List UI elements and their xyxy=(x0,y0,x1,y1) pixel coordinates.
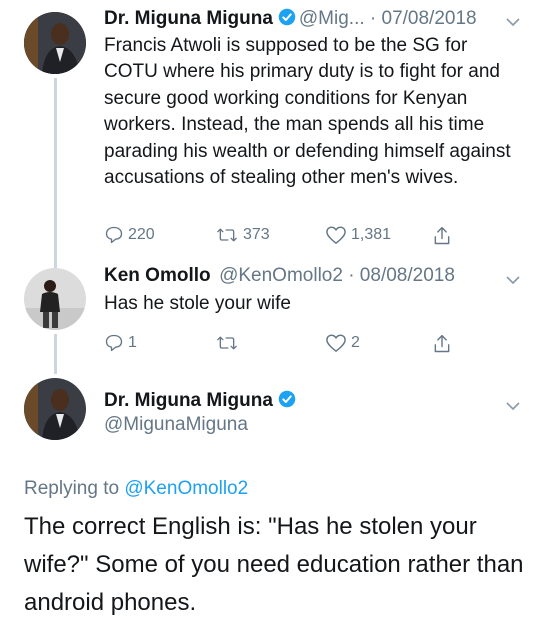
avatar-miguna-1[interactable] xyxy=(24,12,86,74)
share-icon xyxy=(434,334,450,353)
replying-prefix: Replying to xyxy=(24,478,120,499)
like-button[interactable]: 2 xyxy=(325,333,360,353)
chevron-down-icon[interactable] xyxy=(506,14,520,32)
main-tweet-handle[interactable]: @MigunaMiguna xyxy=(104,414,248,436)
like-count: 2 xyxy=(351,334,360,351)
chevron-down-icon[interactable] xyxy=(506,398,520,416)
reply-count: 1 xyxy=(128,334,137,351)
retweet-button[interactable] xyxy=(215,333,243,353)
reply-icon xyxy=(105,334,123,352)
author-name[interactable]: Dr. Miguna Miguna xyxy=(104,8,273,29)
like-button[interactable]: 1,381 xyxy=(325,225,391,245)
retweet-count: 373 xyxy=(243,226,270,243)
avatar-ken-omollo[interactable] xyxy=(24,268,86,330)
reply-button[interactable]: 1 xyxy=(104,333,137,353)
share-button[interactable] xyxy=(432,333,456,355)
retweet-icon xyxy=(217,228,237,242)
avatar-photo xyxy=(24,12,86,74)
verified-badge-icon xyxy=(278,390,296,408)
reply-count: 220 xyxy=(128,226,155,243)
reply-icon xyxy=(105,226,123,244)
thread-line-1 xyxy=(54,78,57,268)
retweet-icon xyxy=(217,336,237,350)
tweet-2-header: Ken Omollo @KenOmollo2 · 08/08/2018 xyxy=(104,265,455,287)
author-name[interactable]: Ken Omollo xyxy=(104,265,211,286)
avatar-photo xyxy=(24,268,86,330)
author-name[interactable]: Dr. Miguna Miguna xyxy=(104,390,273,411)
heart-icon xyxy=(326,334,346,352)
verified-badge-icon xyxy=(278,8,296,26)
main-tweet-header: Dr. Miguna Miguna xyxy=(104,390,299,412)
retweet-button[interactable]: 373 xyxy=(215,225,270,245)
heart-icon xyxy=(326,226,346,244)
share-icon xyxy=(434,226,450,245)
tweet-2-text: Has he stole your wife xyxy=(104,293,291,314)
handle-date[interactable]: @Mig... · 07/08/2018 xyxy=(299,8,477,29)
share-button[interactable] xyxy=(432,225,456,247)
avatar-miguna-2[interactable] xyxy=(24,378,86,440)
tweet-1-header: Dr. Miguna Miguna @Mig... · 07/08/2018 xyxy=(104,8,477,30)
chevron-down-icon[interactable] xyxy=(506,272,520,290)
thread-line-2 xyxy=(54,334,57,374)
replying-mention-link[interactable]: @KenOmollo2 xyxy=(124,478,248,499)
main-tweet-text: The correct English is: "Has he stolen y… xyxy=(24,513,524,616)
like-count: 1,381 xyxy=(351,226,392,243)
replying-to: Replying to @KenOmollo2 xyxy=(24,478,248,500)
tweet-1-text: Francis Atwoli is supposed to be the SG … xyxy=(104,35,511,189)
avatar-photo xyxy=(24,378,86,440)
handle-date[interactable]: @KenOmollo2 · 08/08/2018 xyxy=(219,265,455,286)
reply-button[interactable]: 220 xyxy=(104,225,155,245)
